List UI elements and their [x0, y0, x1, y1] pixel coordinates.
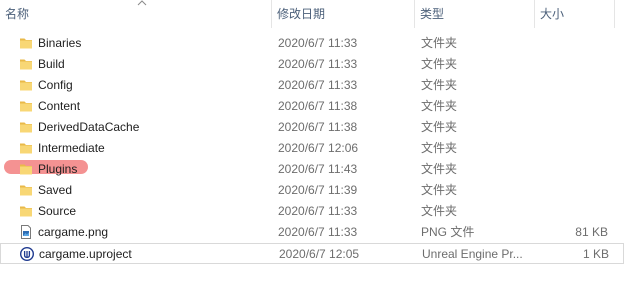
file-row[interactable]: Plugins 2020/6/7 11:43 文件夹 [0, 159, 624, 180]
file-row-selected[interactable]: cargame.uproject 2020/6/7 12:05 Unreal Eng… [0, 243, 624, 264]
folder-icon [19, 36, 33, 50]
folder-icon [19, 120, 33, 134]
file-modified-date: 2020/6/7 12:06 [278, 141, 359, 155]
file-name: Content [38, 99, 81, 113]
file-modified-date: 2020/6/7 11:33 [278, 78, 358, 92]
file-modified-date: 2020/6/7 12:05 [279, 247, 360, 261]
column-header-type[interactable]: 类型 [415, 0, 535, 28]
folder-icon [19, 183, 33, 197]
file-modified-date: 2020/6/7 11:33 [278, 225, 358, 239]
file-row[interactable]: Config 2020/6/7 11:33 文件夹 [0, 75, 624, 96]
file-type: 文件夹 [421, 183, 458, 197]
sort-ascending-icon [137, 0, 147, 6]
file-size [540, 138, 608, 159]
file-modified-date: 2020/6/7 11:43 [278, 162, 358, 176]
folder-icon [19, 78, 33, 92]
file-name: Source [38, 204, 77, 218]
column-header-date[interactable]: 修改日期 [272, 0, 415, 28]
file-list: Binaries 2020/6/7 11:33 文件夹 Build 2020/6/7 1… [0, 33, 642, 264]
column-header-size[interactable]: 大小 [535, 0, 615, 28]
folder-icon [19, 57, 33, 71]
file-size [540, 159, 608, 180]
file-name: cargame.png [38, 225, 109, 239]
file-modified-date: 2020/6/7 11:33 [278, 57, 358, 71]
folder-icon [19, 99, 33, 113]
file-name: Plugins [38, 162, 78, 176]
column-header-date-label: 修改日期 [277, 7, 326, 21]
file-type: 文件夹 [421, 162, 458, 176]
file-size [540, 180, 608, 201]
file-name: Build [38, 57, 65, 71]
file-row[interactable]: Source 2020/6/7 11:33 文件夹 [0, 201, 624, 222]
png-file-icon [19, 225, 33, 239]
file-name: Intermediate [38, 141, 105, 155]
file-type: PNG 文件 [421, 225, 475, 239]
unreal-project-icon [19, 246, 35, 262]
column-header-bar: 名称 修改日期 类型 大小 [0, 0, 642, 28]
file-type: 文件夹 [421, 36, 458, 50]
file-name: Saved [38, 183, 73, 197]
file-name: DerivedDataCache [38, 120, 140, 134]
file-row[interactable]: Binaries 2020/6/7 11:33 文件夹 [0, 33, 624, 54]
file-size [540, 117, 608, 138]
file-type: 文件夹 [421, 78, 458, 92]
file-type: 文件夹 [421, 57, 458, 71]
file-name: cargame.uproject [39, 247, 132, 261]
file-row[interactable]: cargame.png 2020/6/7 11:33 PNG 文件 81 KB [0, 222, 624, 243]
column-header-name-label: 名称 [5, 7, 30, 21]
file-name: Binaries [38, 36, 82, 50]
file-type: 文件夹 [421, 120, 458, 134]
file-size [540, 96, 608, 117]
file-row[interactable]: DerivedDataCache 2020/6/7 11:38 文件夹 [0, 117, 624, 138]
folder-icon [19, 204, 33, 218]
file-modified-date: 2020/6/7 11:33 [278, 204, 358, 218]
folder-icon [19, 162, 33, 176]
file-size: 1 KB [582, 247, 609, 261]
file-size [540, 75, 608, 96]
file-type: 文件夹 [421, 99, 458, 113]
folder-icon [19, 141, 33, 155]
file-type: 文件夹 [421, 141, 458, 155]
file-size: 81 KB [575, 225, 608, 239]
file-type: Unreal Engine Pr... [422, 247, 523, 261]
file-row[interactable]: Build 2020/6/7 11:33 文件夹 [0, 54, 624, 75]
file-size [540, 54, 608, 75]
file-modified-date: 2020/6/7 11:38 [278, 99, 358, 113]
column-header-name[interactable]: 名称 [0, 0, 272, 28]
column-header-type-label: 类型 [420, 7, 445, 21]
column-header-size-label: 大小 [540, 7, 565, 21]
file-name: Config [38, 78, 73, 92]
file-type: 文件夹 [421, 204, 458, 218]
file-modified-date: 2020/6/7 11:39 [278, 183, 358, 197]
file-row[interactable]: Intermediate 2020/6/7 12:06 文件夹 [0, 138, 624, 159]
file-row[interactable]: Saved 2020/6/7 11:39 文件夹 [0, 180, 624, 201]
file-size [540, 33, 608, 54]
file-row[interactable]: Content 2020/6/7 11:38 文件夹 [0, 96, 624, 117]
file-size [540, 201, 608, 222]
file-modified-date: 2020/6/7 11:33 [278, 36, 358, 50]
file-modified-date: 2020/6/7 11:38 [278, 120, 358, 134]
